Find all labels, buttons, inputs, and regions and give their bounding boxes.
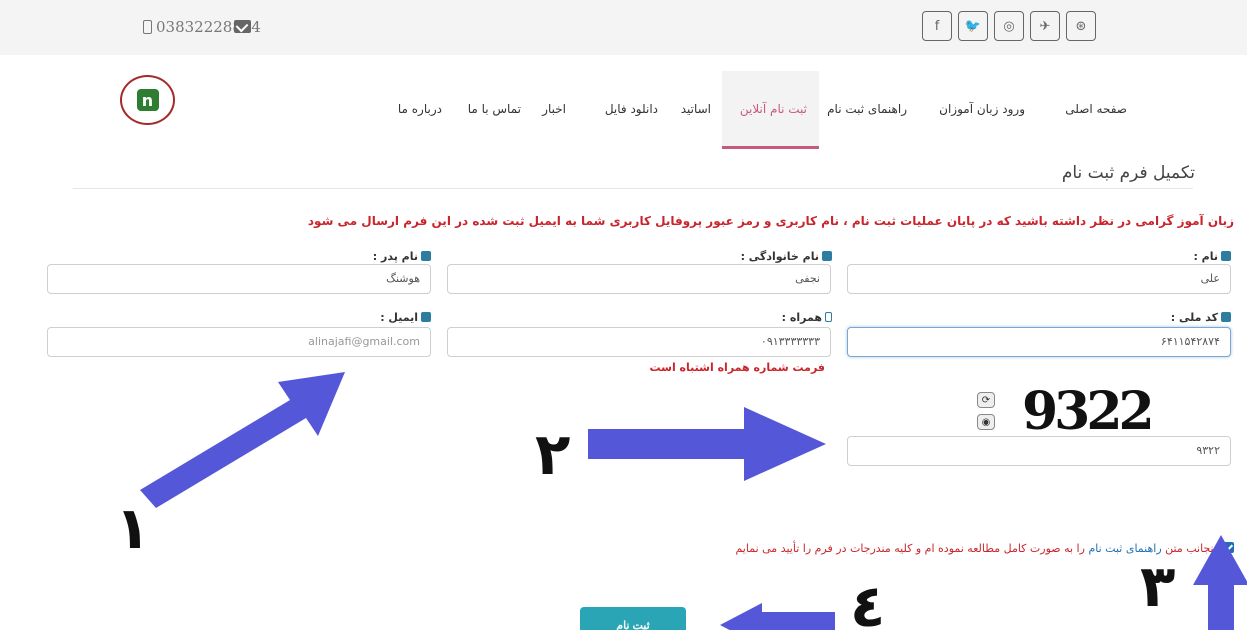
- page-root: 03832228814 f 🐦 ◎ ✈ ⊛ n صفحه اصلی ورود ز…: [0, 0, 1247, 630]
- arrow-2: [588, 407, 826, 481]
- annotation-number-2: ۲: [535, 420, 571, 488]
- annotation-arrows: [140, 372, 1247, 630]
- arrow-1: [140, 372, 345, 508]
- annotation-number-3: ۳: [1140, 552, 1176, 620]
- arrow-3: [1193, 535, 1247, 630]
- annotation-number-1: ۱: [115, 494, 151, 562]
- annotation-number-4: ٤: [850, 572, 886, 630]
- arrow-4: [720, 603, 835, 630]
